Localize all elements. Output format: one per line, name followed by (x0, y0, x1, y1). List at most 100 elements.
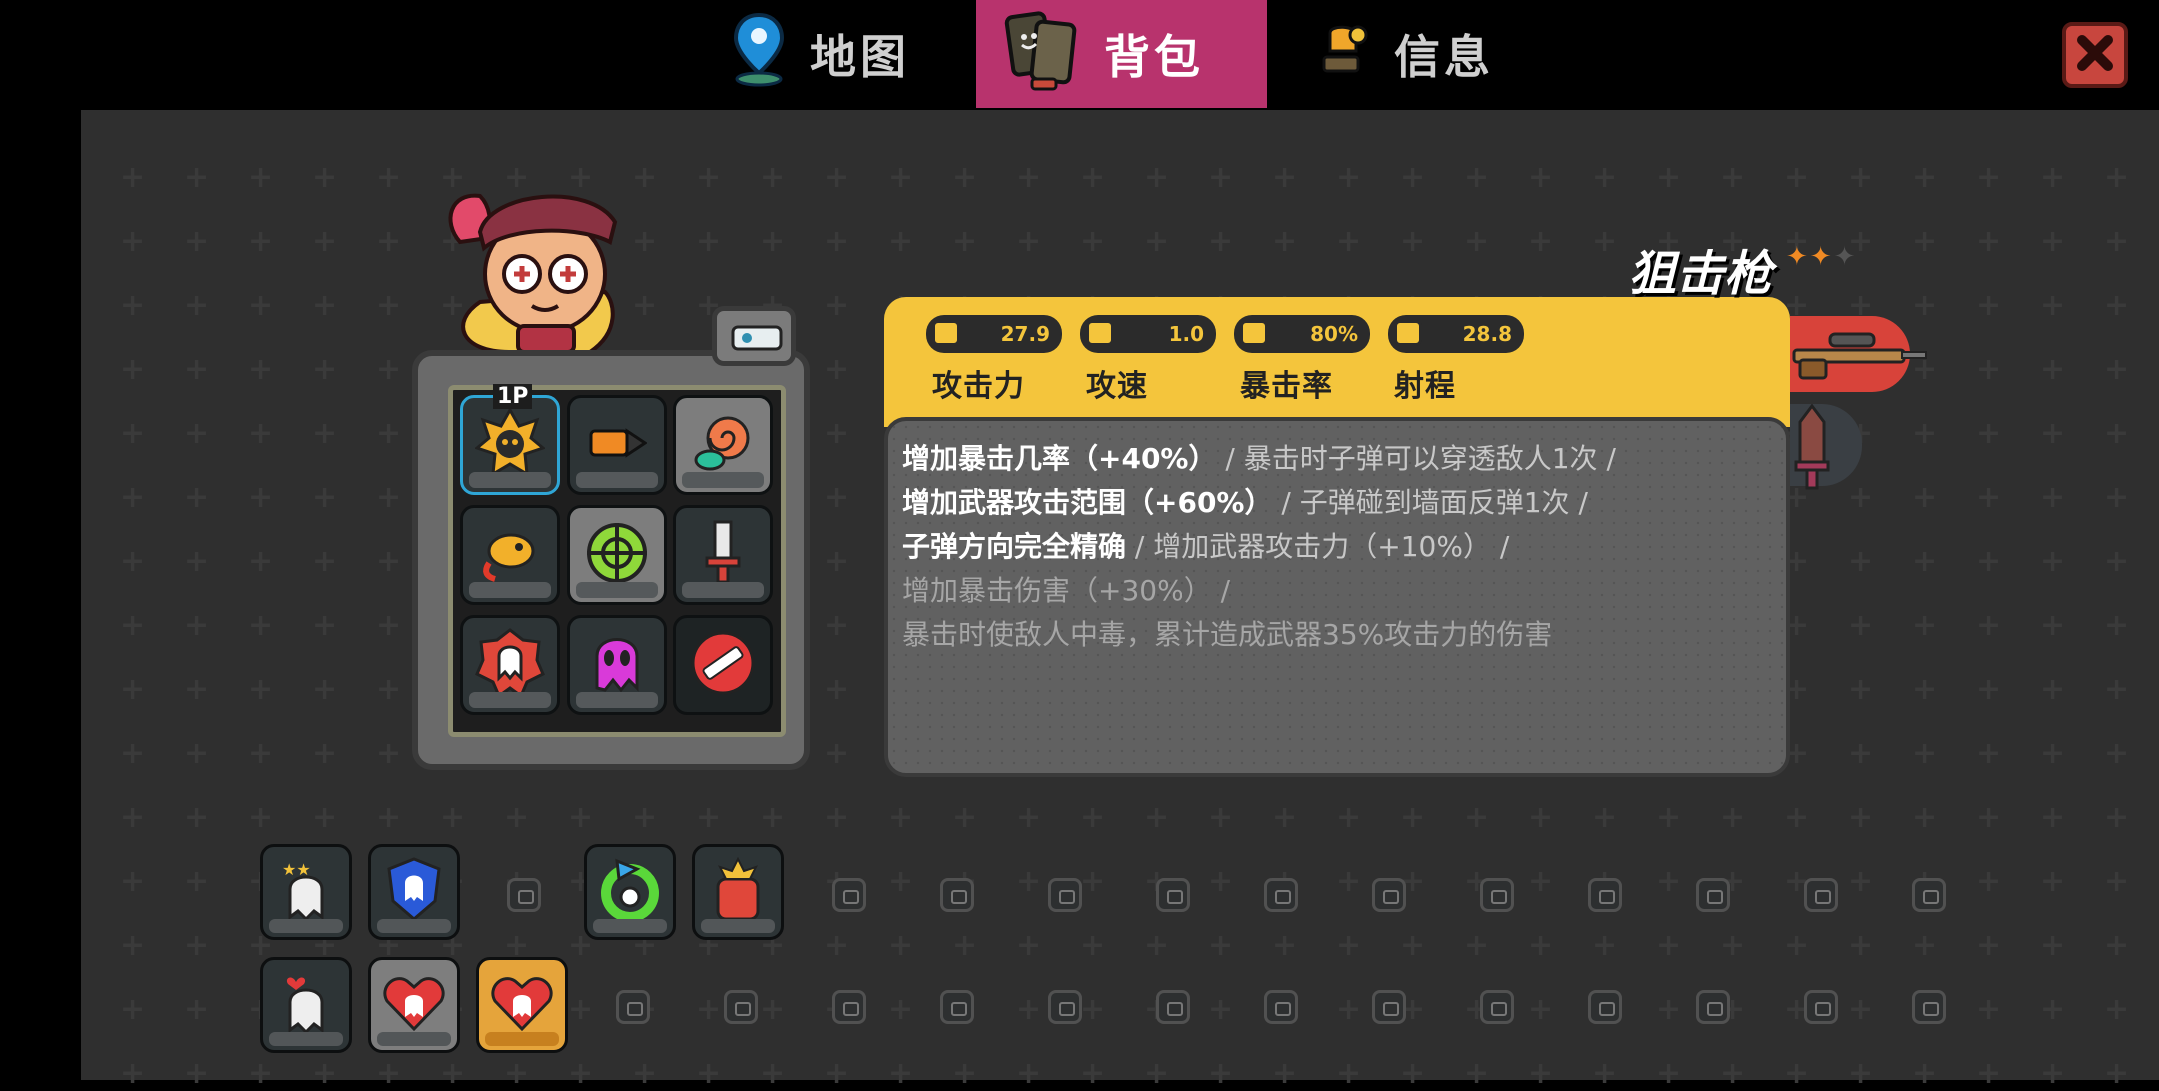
item-slot-heart-ghost-gold[interactable] (476, 957, 568, 1053)
grid-plus-mark: + (312, 736, 338, 771)
grid-plus-mark: + (1976, 160, 2002, 195)
grid-plus-mark: + (1016, 864, 1042, 899)
inventory-slot-7[interactable] (460, 615, 560, 715)
grid-plus-mark: + (1976, 288, 2002, 323)
grid-plus-mark: + (248, 544, 274, 579)
grid-plus-mark: + (1912, 736, 1938, 771)
grid-plus-mark: + (184, 864, 210, 899)
grid-plus-mark: + (184, 608, 210, 643)
grid-plus-mark: + (120, 672, 146, 707)
locked-item-slot (1372, 990, 1406, 1024)
grid-plus-mark: + (696, 800, 722, 835)
grid-plus-mark: + (376, 736, 402, 771)
inventory-slot-4[interactable] (460, 505, 560, 605)
player-badge: 1P (493, 384, 533, 409)
tab-map[interactable]: 地图 (730, 0, 970, 108)
item-slot-love-ghost[interactable] (260, 957, 352, 1053)
grid-plus-mark: + (952, 928, 978, 963)
grid-plus-mark: + (184, 1056, 210, 1091)
grid-plus-mark: + (1208, 1056, 1234, 1091)
inventory-slot-2[interactable] (567, 395, 667, 495)
grid-plus-mark: + (2104, 608, 2130, 643)
grid-plus-mark: + (1336, 800, 1362, 835)
locked-item-slot (724, 990, 758, 1024)
grid-plus-mark: + (1912, 928, 1938, 963)
grid-plus-mark: + (120, 480, 146, 515)
grid-plus-mark: + (1848, 864, 1874, 899)
grid-plus-mark: + (1080, 992, 1106, 1027)
grid-plus-mark: + (376, 608, 402, 643)
tab-info[interactable]: 信息 (1316, 0, 1556, 108)
inventory-slot-9[interactable] (673, 615, 773, 715)
grid-plus-mark: + (248, 1056, 274, 1091)
grid-plus-mark: + (2104, 1056, 2130, 1091)
grid-plus-mark: + (376, 800, 402, 835)
grid-plus-mark: + (1400, 224, 1426, 259)
equipped-weapon-sniper[interactable] (1790, 316, 1927, 392)
grid-plus-mark: + (312, 224, 338, 259)
grid-plus-mark: + (1848, 992, 1874, 1027)
grid-plus-mark: + (1592, 160, 1618, 195)
grid-plus-mark: + (1528, 160, 1554, 195)
grid-plus-mark: + (1528, 992, 1554, 1027)
star-icon: ✦ (1809, 242, 1834, 272)
locked-item-slot (1912, 990, 1946, 1024)
grid-plus-mark: + (696, 160, 722, 195)
grid-plus-mark: + (888, 224, 914, 259)
grid-plus-mark: + (120, 416, 146, 451)
grid-plus-mark: + (376, 672, 402, 707)
grid-plus-mark: + (2104, 992, 2130, 1027)
grid-plus-mark: + (2040, 864, 2066, 899)
locked-item-slot (1588, 878, 1622, 912)
grid-plus-mark: + (1848, 544, 1874, 579)
locked-item-slot (1156, 990, 1190, 1024)
fast-bullet-icon (1086, 320, 1114, 346)
inventory-slot-5[interactable] (567, 505, 667, 605)
grid-plus-mark: + (2040, 992, 2066, 1027)
inventory-slot-1[interactable]: 1P (460, 384, 560, 495)
locked-item-slot (1588, 990, 1622, 1024)
grid-plus-mark: + (1656, 160, 1682, 195)
close-button[interactable] (2062, 22, 2128, 88)
stat-attack-value: 27.9 (1000, 322, 1050, 346)
grid-plus-mark: + (1144, 928, 1170, 963)
item-slot-revive[interactable] (584, 844, 676, 940)
grid-plus-mark: + (1592, 1056, 1618, 1091)
drill-bullet-icon (587, 423, 648, 467)
grid-plus-mark: + (2104, 544, 2130, 579)
effect-2-sep: / (1272, 486, 1300, 519)
grid-plus-mark: + (248, 608, 274, 643)
grid-plus-mark: + (1336, 928, 1362, 963)
grid-plus-mark: + (248, 736, 274, 771)
grid-plus-mark: + (120, 800, 146, 835)
item-slot-heart-ghost[interactable] (368, 957, 460, 1053)
locked-item-slot (1696, 878, 1730, 912)
effect-3-secondary: 增加武器攻击力（+10%） (1153, 530, 1491, 563)
effect-line-5: 暴击时使敌人中毒，累计造成武器35%攻击力的伤害 (902, 613, 1616, 657)
item-slot-shield-ghost[interactable] (368, 844, 460, 940)
grid-plus-mark: + (1976, 480, 2002, 515)
inventory-slot-3[interactable] (673, 395, 773, 495)
grid-plus-mark: + (696, 224, 722, 259)
grid-plus-mark: + (1144, 160, 1170, 195)
grid-plus-mark: + (1976, 928, 2002, 963)
inventory-slot-8[interactable] (567, 615, 667, 715)
grid-plus-mark: + (1272, 224, 1298, 259)
locked-item-slot (1156, 878, 1190, 912)
grid-plus-mark: + (1912, 416, 1938, 451)
item-slot-dizzy-ghost[interactable]: ★★ (260, 844, 352, 940)
grid-plus-mark: + (376, 1056, 402, 1091)
inventory-slot-6[interactable] (673, 505, 773, 605)
grid-plus-mark: + (1336, 992, 1362, 1027)
crit-icon (1240, 320, 1268, 346)
character-portrait (440, 182, 640, 357)
grid-plus-mark: + (312, 160, 338, 195)
grid-plus-mark: + (824, 672, 850, 707)
tab-backpack[interactable]: 背包 (976, 0, 1267, 108)
grid-plus-mark: + (1336, 1056, 1362, 1091)
effect-2-primary: 增加武器攻击范围（+60%） (902, 486, 1273, 519)
grid-plus-mark: + (888, 160, 914, 195)
pink-ghost-icon (587, 628, 647, 702)
item-slot-power-fist[interactable] (692, 844, 784, 940)
grid-plus-mark: + (2104, 160, 2130, 195)
